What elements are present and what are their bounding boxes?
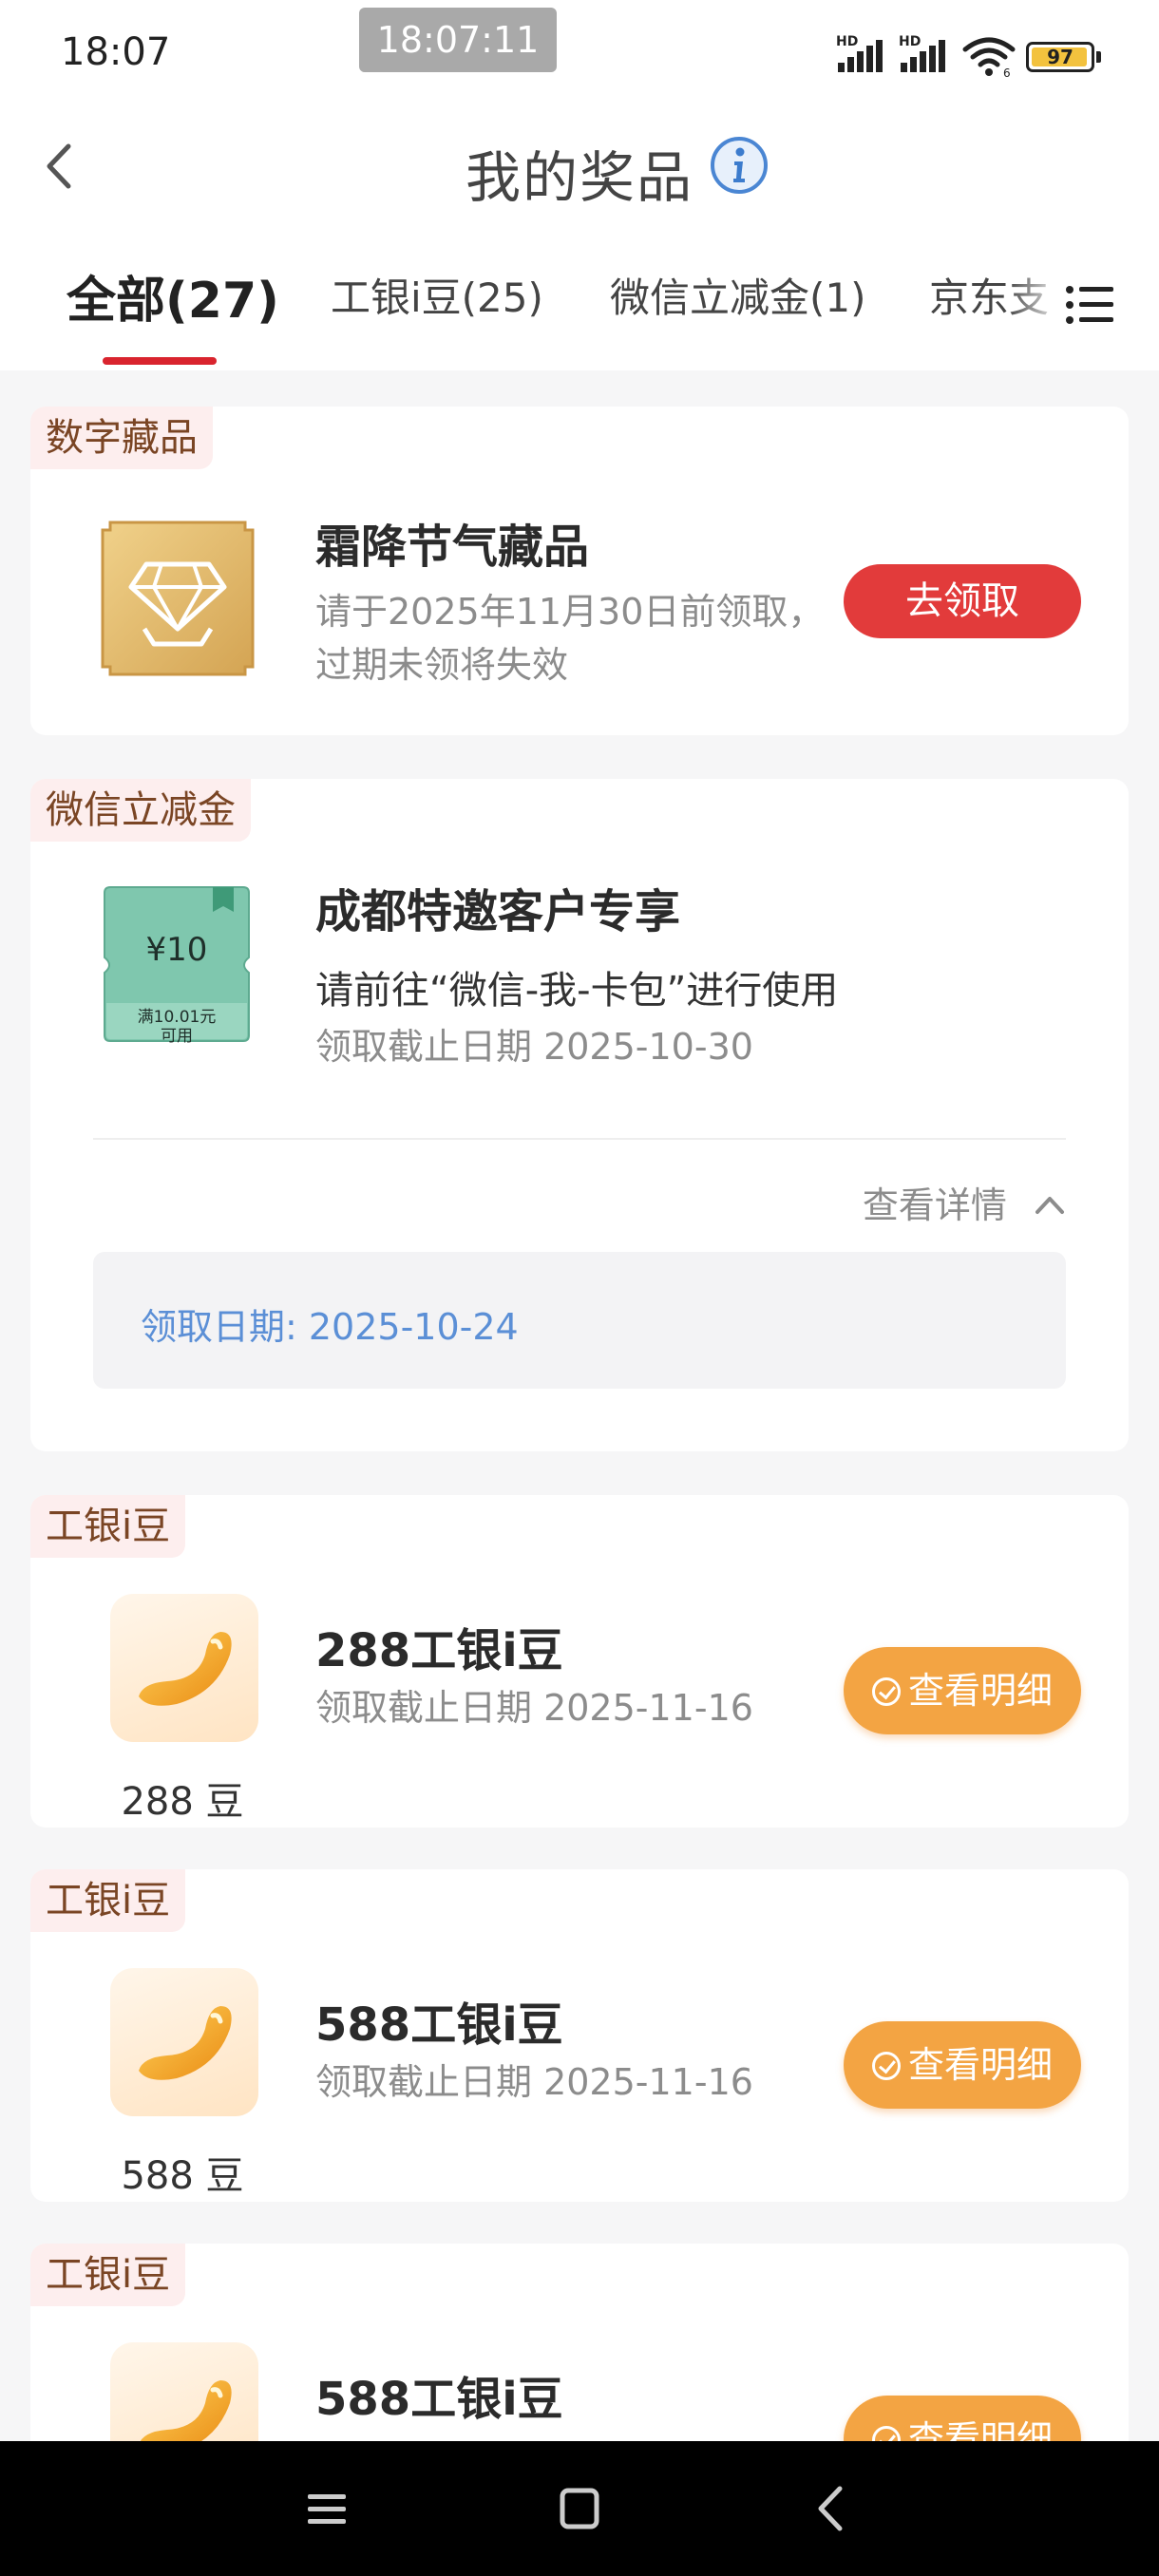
- status-icons: HD HD 6 97: [834, 34, 1138, 78]
- back-nav-icon[interactable]: [794, 2473, 870, 2544]
- bean-card: 工银i豆 288 豆 288工银i豆 领取截止日期 2025-11-16 查看明…: [30, 1495, 1129, 1828]
- bean-count: 588 豆: [121, 2154, 244, 2198]
- sim2-label: HD: [899, 34, 922, 49]
- claim-date: 领取日期: 2025-10-24: [141, 1306, 519, 1348]
- view-details-button[interactable]: 查看明细: [844, 1647, 1081, 1734]
- category-tag: 数字藏品: [30, 407, 213, 469]
- details-panel: 领取日期: 2025-10-24: [93, 1252, 1066, 1389]
- check-circle-icon: [871, 2052, 901, 2080]
- battery-level: 97: [1047, 46, 1074, 68]
- coupon-amount: ¥10: [145, 931, 208, 969]
- view-details-button-label: 查看明细: [907, 1670, 1053, 1712]
- bean-icon: [110, 1968, 258, 2116]
- battery-icon: 97: [1026, 42, 1101, 72]
- status-time: 18:07: [61, 30, 171, 74]
- view-details-button[interactable]: 查看明细: [844, 2021, 1081, 2109]
- signal-icon: HD: [897, 34, 950, 78]
- category-tag: 工银i豆: [30, 1495, 186, 1558]
- collectible-deadline-line1: 请于2025年11月30日前领取，: [315, 591, 825, 633]
- coupon-condition-usable: 可用: [161, 1027, 193, 1046]
- bean-deadline: 领取截止日期 2025-11-16: [315, 1687, 753, 1729]
- tab-icbc-beans[interactable]: 工银i豆(25): [331, 266, 543, 324]
- system-nav-bar: [0, 2441, 1159, 2576]
- bean-title: 288工银i豆: [315, 1624, 563, 1677]
- view-details-button-label: 查看明细: [907, 2044, 1053, 2086]
- tab-active-indicator: [103, 357, 217, 365]
- collectible-deadline-line2: 过期未领将失效: [315, 644, 569, 686]
- check-circle-icon: [871, 1677, 901, 1706]
- claim-button[interactable]: 去领取: [844, 564, 1081, 638]
- bean-icon: [110, 1594, 258, 1742]
- coupon-ticket-icon: ¥10 满10.01元 可用: [101, 883, 253, 1047]
- coupon-deadline: 领取截止日期 2025-10-30: [315, 1026, 753, 1068]
- page-header: 我的奖品: [0, 104, 1159, 228]
- bean-deadline: 领取截止日期 2025-11-16: [315, 2061, 753, 2103]
- category-tag: 微信立减金: [30, 779, 251, 842]
- chevron-up-icon: [1036, 1197, 1064, 1214]
- screen-record-timer: 18:07:11: [359, 8, 557, 72]
- tab-bar: 全部(27) 工银i豆(25) 微信立减金(1) 京东支: [0, 228, 1159, 370]
- home-nav-icon[interactable]: [542, 2473, 618, 2544]
- bean-card: 工银i豆 588 豆 588工银i豆 领取截止日期 2025-11-16 查看明…: [30, 1869, 1129, 2202]
- wechat-coupon-card: 微信立减金 ¥10 满10.01元 可用 成都特邀客户专享 请前往“微信-我-卡…: [30, 779, 1129, 1451]
- view-details-label: 查看详情: [862, 1184, 1007, 1226]
- list-menu-icon[interactable]: [1064, 281, 1117, 329]
- divider: [93, 1138, 1066, 1140]
- page-title: 我的奖品: [465, 145, 694, 210]
- coupon-title: 成都特邀客户专享: [315, 885, 681, 938]
- coupon-usage: 请前往“微信-我-卡包”进行使用: [315, 969, 839, 1013]
- digital-collectible-card: 数字藏品 霜降节气藏品 请于2025年11月30日前领取， 过期未领将失效 去领…: [30, 407, 1129, 735]
- status-bar: 18:07 18:07:11 HD HD 6 97: [0, 0, 1159, 104]
- bean-title: 588工银i豆: [315, 2373, 563, 2426]
- bean-count: 288 豆: [121, 1780, 244, 1824]
- wifi-icon: 6: [962, 37, 1016, 78]
- tab-wechat-coupon[interactable]: 微信立减金(1): [610, 266, 866, 324]
- view-details-toggle[interactable]: 查看详情: [863, 1176, 1066, 1228]
- tab-all[interactable]: 全部(27): [66, 260, 279, 331]
- category-tag: 工银i豆: [30, 1869, 186, 1932]
- info-icon[interactable]: [709, 135, 770, 196]
- category-tag: 工银i豆: [30, 2244, 186, 2306]
- svg-text:6: 6: [1003, 66, 1011, 78]
- sim1-label: HD: [836, 34, 859, 49]
- signal-icon: HD: [834, 34, 887, 78]
- collectible-title: 霜降节气藏品: [315, 521, 590, 574]
- bean-title: 588工银i豆: [315, 1998, 563, 2052]
- menu-nav-icon[interactable]: [289, 2473, 365, 2544]
- diamond-collectible-icon: [101, 521, 255, 676]
